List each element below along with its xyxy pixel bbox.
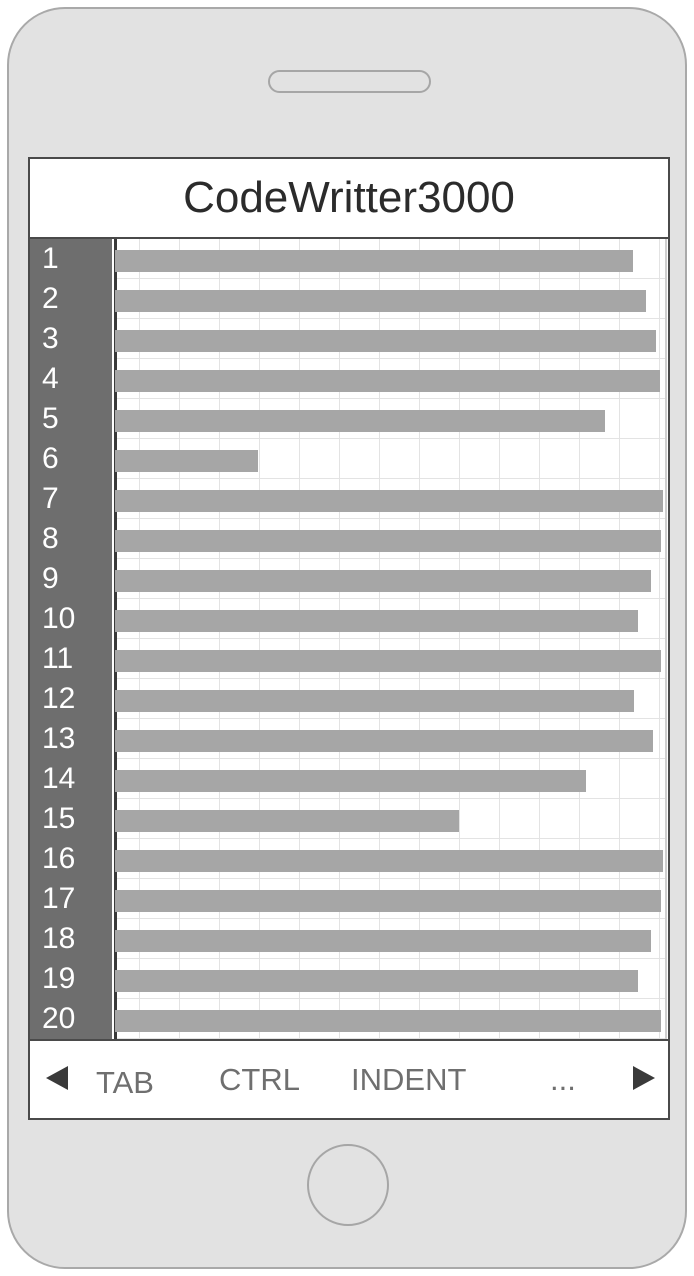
code-line-bar[interactable]	[115, 490, 663, 512]
keyboard-toolbar: TAB CTRL INDENT ...	[30, 1039, 668, 1118]
indent-key-button[interactable]: INDENT	[351, 1062, 466, 1098]
line-number: 1	[42, 242, 59, 275]
code-line-bar[interactable]	[115, 610, 638, 632]
more-button[interactable]: ...	[550, 1062, 576, 1098]
line-number: 11	[42, 642, 74, 675]
code-area[interactable]	[117, 239, 665, 1039]
code-editor[interactable]: 1 2 3 4 5 6 7 8 9 10 11 12 13 14 15 16 17 18 19 20	[30, 239, 668, 1039]
line-number: 20	[42, 1002, 76, 1035]
line-number: 19	[42, 962, 76, 995]
line-number: 15	[42, 802, 76, 835]
code-line-bar[interactable]	[115, 810, 459, 832]
right-margin-line	[665, 239, 667, 1039]
code-line-bar[interactable]	[115, 730, 653, 752]
code-line-bar[interactable]	[115, 370, 660, 392]
code-line-bar[interactable]	[115, 970, 638, 992]
tab-key-button[interactable]: TAB	[96, 1065, 154, 1101]
line-number: 10	[42, 602, 76, 635]
app-title: CodeWritter3000	[183, 173, 515, 222]
code-line-bar[interactable]	[115, 290, 646, 312]
code-line-bar[interactable]	[115, 570, 651, 592]
line-number: 9	[42, 562, 59, 595]
line-number: 7	[42, 482, 59, 515]
line-number: 8	[42, 522, 59, 555]
right-arrow-icon[interactable]	[633, 1066, 655, 1090]
left-arrow-icon[interactable]	[46, 1066, 68, 1090]
line-number: 18	[42, 922, 76, 955]
line-number: 17	[42, 882, 76, 915]
code-line-bar[interactable]	[115, 650, 661, 672]
line-number: 12	[42, 682, 76, 715]
speaker-grille	[268, 70, 431, 93]
line-number: 16	[42, 842, 76, 875]
code-line-bar[interactable]	[115, 530, 661, 552]
ctrl-key-button[interactable]: CTRL	[219, 1062, 300, 1098]
app-screen: CodeWritter3000 1 2 3 4 5 6 7 8 9 10 11 12 13 14 15 16 1…	[28, 157, 670, 1120]
code-line-bar[interactable]	[115, 930, 651, 952]
code-line-bar[interactable]	[115, 1010, 661, 1032]
line-number: 13	[42, 722, 76, 755]
code-line-bar[interactable]	[115, 330, 656, 352]
line-number: 14	[42, 762, 76, 795]
line-number: 3	[42, 322, 59, 355]
code-line-bar[interactable]	[115, 770, 586, 792]
code-line-bar[interactable]	[115, 450, 258, 472]
code-line-bar[interactable]	[115, 410, 605, 432]
line-number: 4	[42, 362, 59, 395]
code-line-bar[interactable]	[115, 690, 634, 712]
code-line-bar[interactable]	[115, 890, 661, 912]
line-number: 6	[42, 442, 59, 475]
line-number: 2	[42, 282, 59, 315]
home-button[interactable]	[307, 1144, 389, 1226]
code-line-bar[interactable]	[115, 850, 663, 872]
code-line-bar[interactable]	[115, 250, 633, 272]
title-bar: CodeWritter3000	[30, 159, 668, 239]
line-number: 5	[42, 402, 59, 435]
